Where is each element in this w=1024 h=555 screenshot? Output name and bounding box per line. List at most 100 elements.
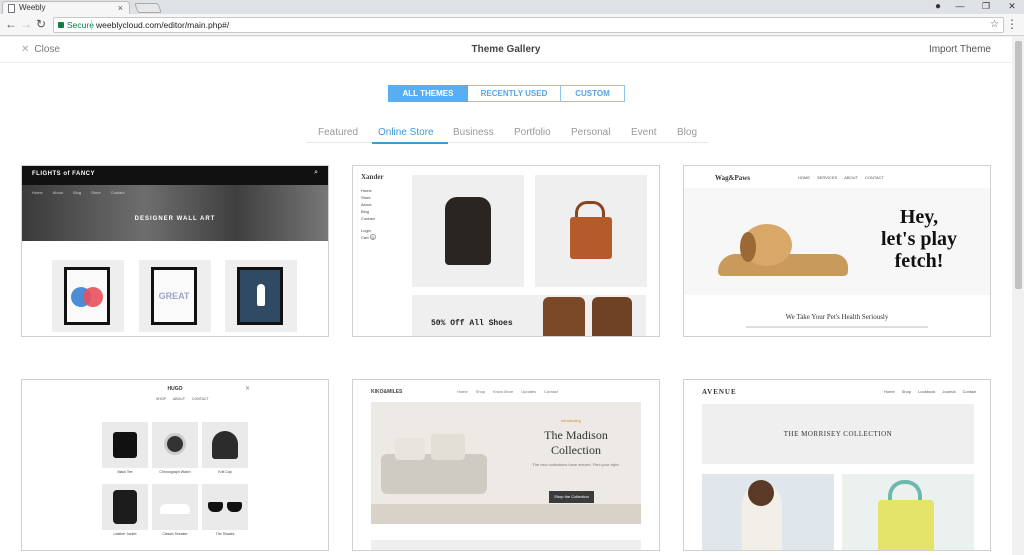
segment-custom[interactable]: CUSTOM [561, 85, 625, 102]
theme-card-flights-of-fancy[interactable]: FLIGHTS of FANCY ⌕ Home About Blog Store… [21, 165, 329, 337]
bag-handle [888, 480, 922, 502]
art-print-text: GREAT [151, 267, 197, 325]
preview-nav-item: Contact [544, 389, 558, 394]
lock-icon [58, 22, 64, 28]
hero-description: The new collections have arrived. Find y… [532, 462, 620, 467]
page-scrollbar[interactable] [1012, 37, 1024, 555]
tab-close-icon[interactable]: × [118, 2, 123, 14]
sunglasses-lens [227, 502, 242, 512]
product-label: Chronograph Watch [159, 470, 191, 474]
preview-nav-item: ABOUT [172, 397, 185, 401]
promo-banner: 50% Off All Shoes [412, 295, 646, 336]
preview-nav-item: Store [91, 190, 101, 195]
product-tile-jacket [412, 175, 524, 287]
cap-image [212, 431, 238, 459]
product-tile [202, 484, 248, 530]
theme-card-wag-and-paws[interactable]: Wag&Paws HOME SERVICES ABOUT CONTACT Hey… [683, 165, 991, 337]
preview-nav-item: Journal [942, 389, 956, 394]
preview-nav-item: Home [32, 190, 43, 195]
theme-preview-topbar: FLIGHTS of FANCY ⌕ [22, 166, 328, 185]
art-print [64, 267, 110, 325]
cart-count-badge: 0 [369, 234, 376, 240]
theme-preview-hero: Home About Blog Store Contact DESIGNER W… [22, 185, 328, 241]
theme-card-hugo[interactable]: HUGO ✕ SHOP ABOUT CONTACT Black Tee Chro… [21, 379, 329, 551]
preview-nav-item: Contact [962, 389, 977, 394]
url-field[interactable]: Secure weeblycloud.com/editor/main.php#/… [53, 17, 1004, 33]
bookmark-star-icon[interactable]: ☆ [990, 18, 999, 32]
text-placeholder [746, 326, 928, 328]
scrollbar-thumb[interactable] [1015, 41, 1022, 289]
product-tile-bag [535, 175, 647, 287]
bag-image [878, 500, 934, 550]
cushion-image [431, 434, 465, 460]
headline-line: fetch! [894, 250, 944, 272]
preview-nav-item: Lookbook [918, 389, 936, 394]
tab-featured[interactable]: Featured [318, 127, 358, 138]
watch-image [164, 433, 186, 455]
circle-art-red [83, 287, 103, 307]
shoe-image [543, 297, 585, 336]
import-theme-button[interactable]: Import Theme [929, 44, 991, 55]
tab-business[interactable]: Business [453, 127, 494, 138]
headline-line: Hey, [899, 206, 939, 228]
sofa-image [381, 454, 487, 494]
reload-icon[interactable]: ↻ [36, 17, 46, 31]
tab-online-store[interactable]: Online Store [378, 127, 434, 138]
preview-nav-item: CONTACT [864, 175, 884, 180]
theme-preview-nav: HOME SERVICES ABOUT CONTACT [798, 175, 884, 180]
tee-image [113, 432, 137, 458]
profile-icon[interactable]: ● [928, 0, 948, 13]
product-tile [152, 484, 198, 530]
theme-card-kiko-and-miles[interactable]: KIKO&MILES Home Shop Know More Updates C… [352, 379, 660, 551]
product-tile [102, 422, 148, 468]
preview-nav-item: Shop [901, 389, 912, 394]
bag-image [570, 217, 612, 259]
page-icon [8, 4, 15, 13]
preview-nav-item: Home [457, 389, 468, 394]
tab-title: Weebly [19, 3, 46, 12]
theme-logo: HUGO [167, 386, 183, 392]
shop-collection-button: Shop the Collection [549, 491, 594, 503]
preview-nav-item: HOME [798, 175, 810, 180]
preview-nav-item: CONTACT [191, 397, 209, 401]
preview-nav-item: Home [884, 389, 895, 394]
preview-nav-item: About [361, 202, 372, 207]
page-title: Theme Gallery [471, 44, 541, 55]
minimize-button[interactable]: — [950, 0, 970, 13]
shoe-image [592, 297, 632, 336]
forward-icon[interactable]: → [20, 17, 32, 31]
preview-nav-item: Blog [73, 190, 82, 195]
secure-indicator[interactable]: Secure [58, 18, 94, 32]
preview-nav-item: SERVICES [817, 175, 838, 180]
hero-headline: Hey, let's play fetch! [864, 206, 974, 272]
theme-preview-nav: Home About Blog Store Contact [32, 190, 125, 195]
url-text: weeblycloud.com/editor/main.php#/ [96, 20, 230, 30]
preview-nav-item: ABOUT [844, 175, 858, 180]
browser-tab[interactable]: Weebly × [2, 1, 130, 15]
tab-blog[interactable]: Blog [677, 127, 697, 138]
theme-card-xander[interactable]: Xander Home Store About Blog Contact Log… [352, 165, 660, 337]
theme-preview-hero: Hey, let's play fetch! [684, 188, 990, 295]
product-label: Knit Cap [218, 470, 232, 474]
preview-nav-item: Home [361, 188, 372, 193]
tab-event[interactable]: Event [631, 127, 657, 138]
tab-personal[interactable]: Personal [571, 127, 610, 138]
new-tab-button[interactable] [134, 3, 162, 13]
window-close-button[interactable]: ✕ [1002, 0, 1022, 13]
theme-logo: KIKO&MILES [371, 389, 403, 395]
product-label: Leather Jacket [113, 532, 137, 536]
back-icon[interactable]: ← [5, 17, 17, 31]
theme-card-avenue[interactable]: AVENUE Home Shop Lookbook Journal Contac… [683, 379, 991, 551]
theme-preview-nav: SHOP ABOUT CONTACT [156, 397, 209, 401]
preview-nav-item: Contact [110, 190, 125, 195]
theme-logo: AVENUE [702, 388, 737, 396]
segment-all-themes[interactable]: ALL THEMES [388, 85, 468, 102]
maximize-button[interactable]: ❐ [976, 0, 996, 13]
headline-line: let's play [880, 228, 958, 250]
hero-title: The Madison Collection [544, 428, 608, 457]
product-label: Classic Sneaker [162, 532, 188, 536]
cart-icon: ✕ [244, 386, 250, 392]
segment-recently-used[interactable]: RECENTLY USED [468, 85, 561, 102]
browser-menu-icon[interactable]: ⋮ [1006, 17, 1018, 31]
tab-portfolio[interactable]: Portfolio [514, 127, 551, 138]
